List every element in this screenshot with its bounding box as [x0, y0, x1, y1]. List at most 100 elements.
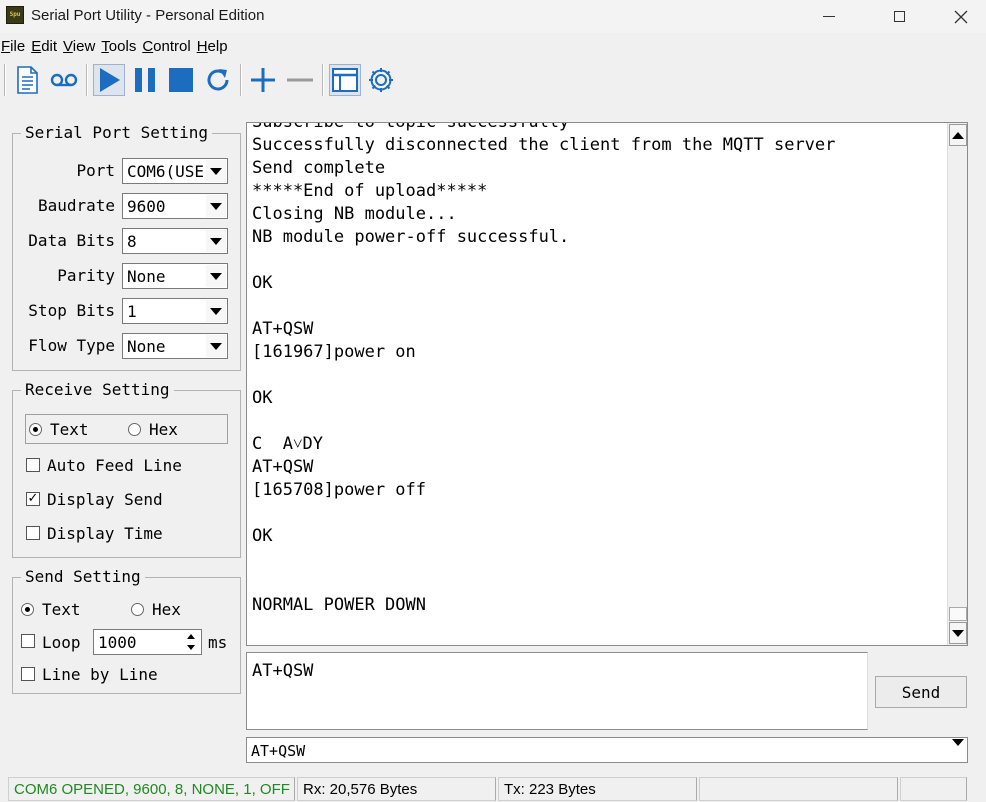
- flow-type-label: Flow Type: [28, 336, 115, 355]
- log-line: AT+QSW: [252, 319, 314, 339]
- settings-button[interactable]: [365, 64, 397, 96]
- tx-counter: Tx: 223 Bytes: [498, 777, 697, 801]
- loop-checkbox[interactable]: [21, 634, 35, 648]
- loop-interval-spinbox[interactable]: 1000: [93, 629, 202, 655]
- scroll-thumb[interactable]: [949, 607, 967, 621]
- toolbar-separator: [240, 64, 242, 96]
- pause-icon: [135, 68, 155, 92]
- log-line: Closing NB module...: [252, 204, 457, 224]
- stop-bits-label: Stop Bits: [28, 301, 115, 320]
- log-line: OK: [252, 526, 273, 546]
- receive-hex-radio[interactable]: [128, 423, 141, 436]
- receive-text-radio[interactable]: [29, 423, 42, 436]
- chevron-down-icon: [206, 195, 226, 217]
- loop-label: Loop: [42, 633, 81, 652]
- chevron-down-icon: [206, 160, 226, 182]
- chevron-down-icon: [206, 230, 226, 252]
- line-by-line-checkbox[interactable]: [21, 667, 35, 681]
- baudrate-select[interactable]: 9600: [122, 193, 228, 219]
- menu-help[interactable]: Help: [196, 36, 228, 58]
- send-button[interactable]: Send: [875, 676, 967, 708]
- connection-status: COM6 OPENED, 9600, 8, NONE, 1, OFF: [8, 777, 295, 801]
- port-value: COM6(USE: [127, 162, 205, 181]
- menu-file[interactable]: File: [0, 36, 25, 58]
- loop-unit-label: ms: [208, 633, 228, 652]
- toolbar-separator: [86, 64, 88, 96]
- document-icon: [17, 66, 38, 94]
- auto-feed-line-checkbox[interactable]: [26, 458, 40, 472]
- chevron-down-icon: [952, 629, 964, 637]
- record-button[interactable]: [48, 64, 80, 96]
- stop-bits-select[interactable]: 1: [122, 298, 228, 324]
- new-file-button[interactable]: [11, 64, 43, 96]
- loop-interval-value: 1000: [98, 633, 137, 652]
- parity-label: Parity: [57, 266, 115, 285]
- chevron-up-icon: [952, 131, 964, 139]
- data-bits-select[interactable]: 8: [122, 228, 228, 254]
- refresh-button[interactable]: [202, 64, 234, 96]
- stop-button[interactable]: [165, 64, 197, 96]
- maximize-button[interactable]: [876, 0, 922, 33]
- baudrate-value: 9600: [127, 197, 166, 216]
- send-text-label: Text: [42, 600, 81, 619]
- title-bar: Spu Serial Port Utility - Personal Editi…: [0, 0, 986, 33]
- remove-button[interactable]: [284, 64, 316, 96]
- scroll-up-button[interactable]: [949, 124, 967, 146]
- toolbar-separator: [4, 64, 6, 96]
- status-cell-empty: [699, 777, 898, 801]
- pause-button[interactable]: [129, 64, 161, 96]
- receive-scrollbar[interactable]: [947, 123, 967, 645]
- log-line: NB module power-off successful.: [252, 227, 570, 247]
- scroll-down-button[interactable]: [949, 622, 967, 644]
- data-bits-label: Data Bits: [28, 231, 115, 250]
- play-icon: [100, 68, 120, 92]
- receive-hex-label: Hex: [149, 420, 178, 439]
- start-button[interactable]: [93, 64, 125, 96]
- menu-control[interactable]: Control: [141, 36, 190, 58]
- flow-type-value: None: [127, 337, 166, 356]
- flow-type-select[interactable]: None: [122, 333, 228, 359]
- serial-port-setting-title: Serial Port Setting: [21, 123, 213, 142]
- receive-display[interactable]: Subscribe to topic successfully Successfu…: [246, 122, 968, 646]
- window-title: Serial Port Utility - Personal Edition: [31, 7, 265, 24]
- close-button[interactable]: [938, 0, 984, 33]
- log-line: Successfully disconnected the client fro…: [252, 135, 836, 155]
- parity-select[interactable]: None: [122, 263, 228, 289]
- log-line: Subscribe to topic successfully: [252, 122, 570, 132]
- send-hex-radio[interactable]: [131, 603, 144, 616]
- port-label: Port: [76, 161, 115, 180]
- log-line: OK: [252, 388, 273, 408]
- toolbar-separator: [322, 64, 324, 96]
- window-toggle-button[interactable]: [329, 64, 361, 96]
- add-button[interactable]: [247, 64, 279, 96]
- menu-edit[interactable]: Edit: [30, 36, 57, 58]
- send-input[interactable]: AT+QSW: [246, 652, 868, 730]
- send-hex-label: Hex: [152, 600, 181, 619]
- auto-feed-line-label: Auto Feed Line: [47, 456, 182, 475]
- log-line: OK: [252, 273, 273, 293]
- baudrate-label: Baudrate: [37, 196, 115, 215]
- send-text-radio[interactable]: [21, 603, 34, 616]
- menu-view[interactable]: View: [62, 36, 95, 58]
- menu-tools[interactable]: Tools: [100, 36, 136, 58]
- minimize-icon: [823, 16, 835, 17]
- spin-down-icon[interactable]: [182, 642, 200, 653]
- spin-up-icon[interactable]: [182, 631, 200, 642]
- stop-icon: [169, 68, 193, 92]
- port-select[interactable]: COM6(USE: [122, 158, 228, 184]
- chevron-down-icon: [206, 300, 226, 322]
- status-cell-empty: [900, 777, 967, 801]
- add-icon: [251, 68, 275, 92]
- display-send-checkbox[interactable]: ✓: [26, 492, 40, 506]
- receive-setting-title: Receive Setting: [21, 380, 174, 399]
- minimize-button[interactable]: [806, 0, 852, 33]
- log-line: [161967]power on: [252, 342, 416, 362]
- app-icon: Spu: [6, 6, 24, 24]
- display-time-checkbox[interactable]: [26, 526, 40, 540]
- send-history-select[interactable]: AT+QSW: [246, 737, 968, 764]
- send-input-value: AT+QSW: [252, 661, 314, 681]
